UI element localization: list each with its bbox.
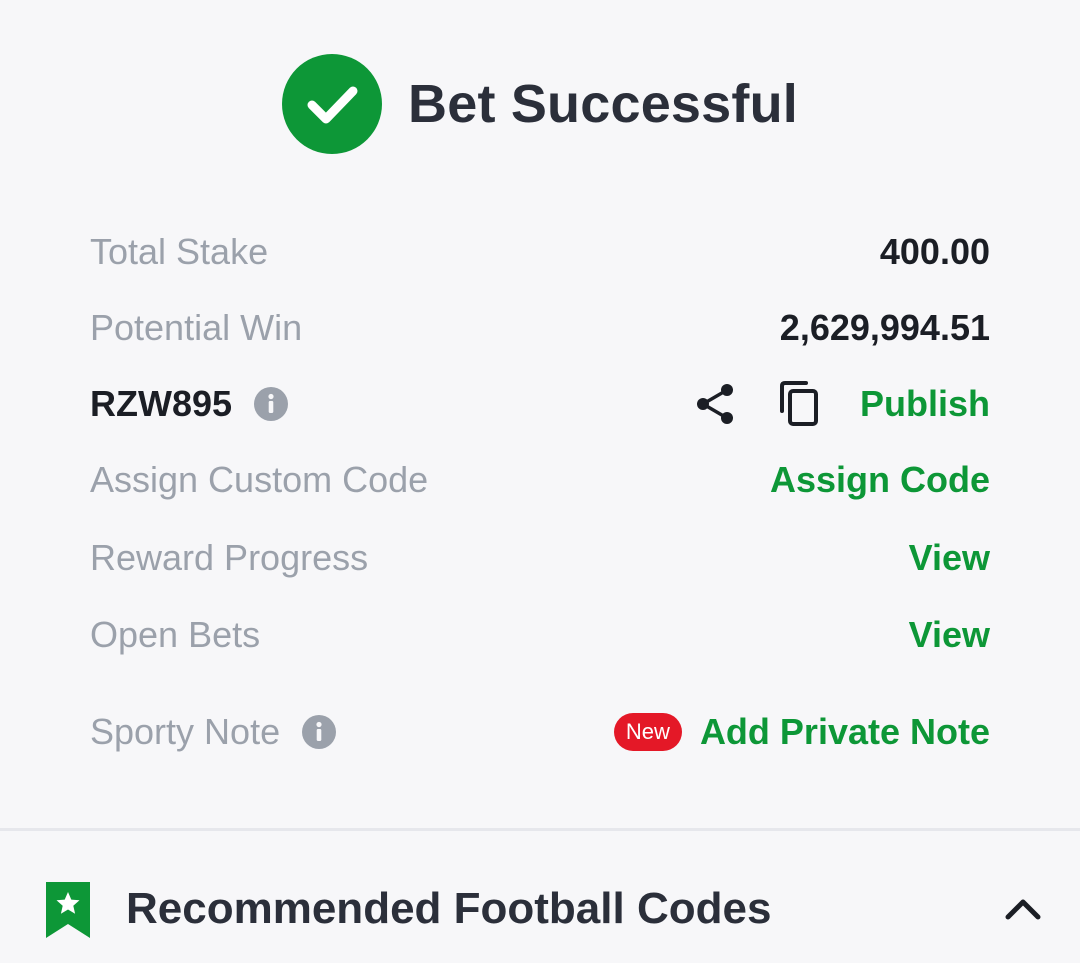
- sporty-note-actions: New Add Private Note: [613, 711, 990, 753]
- open-bets-row: Open Bets View: [90, 605, 990, 665]
- new-badge: New: [613, 713, 682, 751]
- total-stake-value: 400.00: [879, 231, 990, 272]
- check-circle-icon: [282, 54, 383, 154]
- total-stake-row: Total Stake 400.00: [90, 222, 990, 282]
- booking-code-actions: Publish: [694, 381, 990, 427]
- page-title: Bet Successful: [408, 74, 798, 134]
- assign-code-link[interactable]: Assign Code: [770, 459, 990, 501]
- booking-code: RZW895: [90, 383, 233, 424]
- copy-icon[interactable]: [776, 381, 820, 427]
- add-private-note-link[interactable]: Add Private Note: [700, 711, 990, 753]
- assign-custom-code-row: Assign Custom Code Assign Code: [90, 450, 990, 510]
- open-bets-label: Open Bets: [90, 614, 261, 655]
- chevron-up-icon[interactable]: [1004, 896, 1042, 927]
- potential-win-label: Potential Win: [90, 307, 303, 348]
- recommended-section-header[interactable]: Recommended Football Codes: [0, 862, 1080, 963]
- reward-progress-row: Reward Progress View: [90, 528, 990, 588]
- sporty-note-group: Sporty Note: [90, 711, 337, 753]
- bookmark-star-icon: [44, 880, 92, 945]
- reward-progress-view-link[interactable]: View: [909, 537, 990, 579]
- sporty-note-info-icon[interactable]: [302, 715, 337, 749]
- publish-link[interactable]: Publish: [860, 383, 990, 425]
- success-header: Bet Successful: [0, 52, 1080, 156]
- potential-win-row: Potential Win 2,629,994.51: [90, 298, 990, 358]
- info-icon[interactable]: [254, 387, 289, 421]
- recommended-title: Recommended Football Codes: [126, 884, 772, 933]
- bet-success-page: Bet Successful Total Stake 400.00 Potent…: [0, 0, 1080, 963]
- potential-win-value: 2,629,994.51: [779, 307, 990, 348]
- section-divider: [0, 828, 1080, 831]
- booking-code-row: RZW895 Publish: [90, 374, 990, 434]
- sporty-note-row: Sporty Note New Add Private Note: [90, 702, 990, 762]
- share-icon[interactable]: [694, 382, 736, 426]
- total-stake-label: Total Stake: [90, 231, 269, 272]
- reward-progress-label: Reward Progress: [90, 537, 369, 578]
- assign-custom-code-label: Assign Custom Code: [90, 459, 429, 500]
- open-bets-view-link[interactable]: View: [909, 614, 990, 656]
- sporty-note-label: Sporty Note: [90, 711, 281, 752]
- booking-code-group: RZW895: [90, 383, 289, 425]
